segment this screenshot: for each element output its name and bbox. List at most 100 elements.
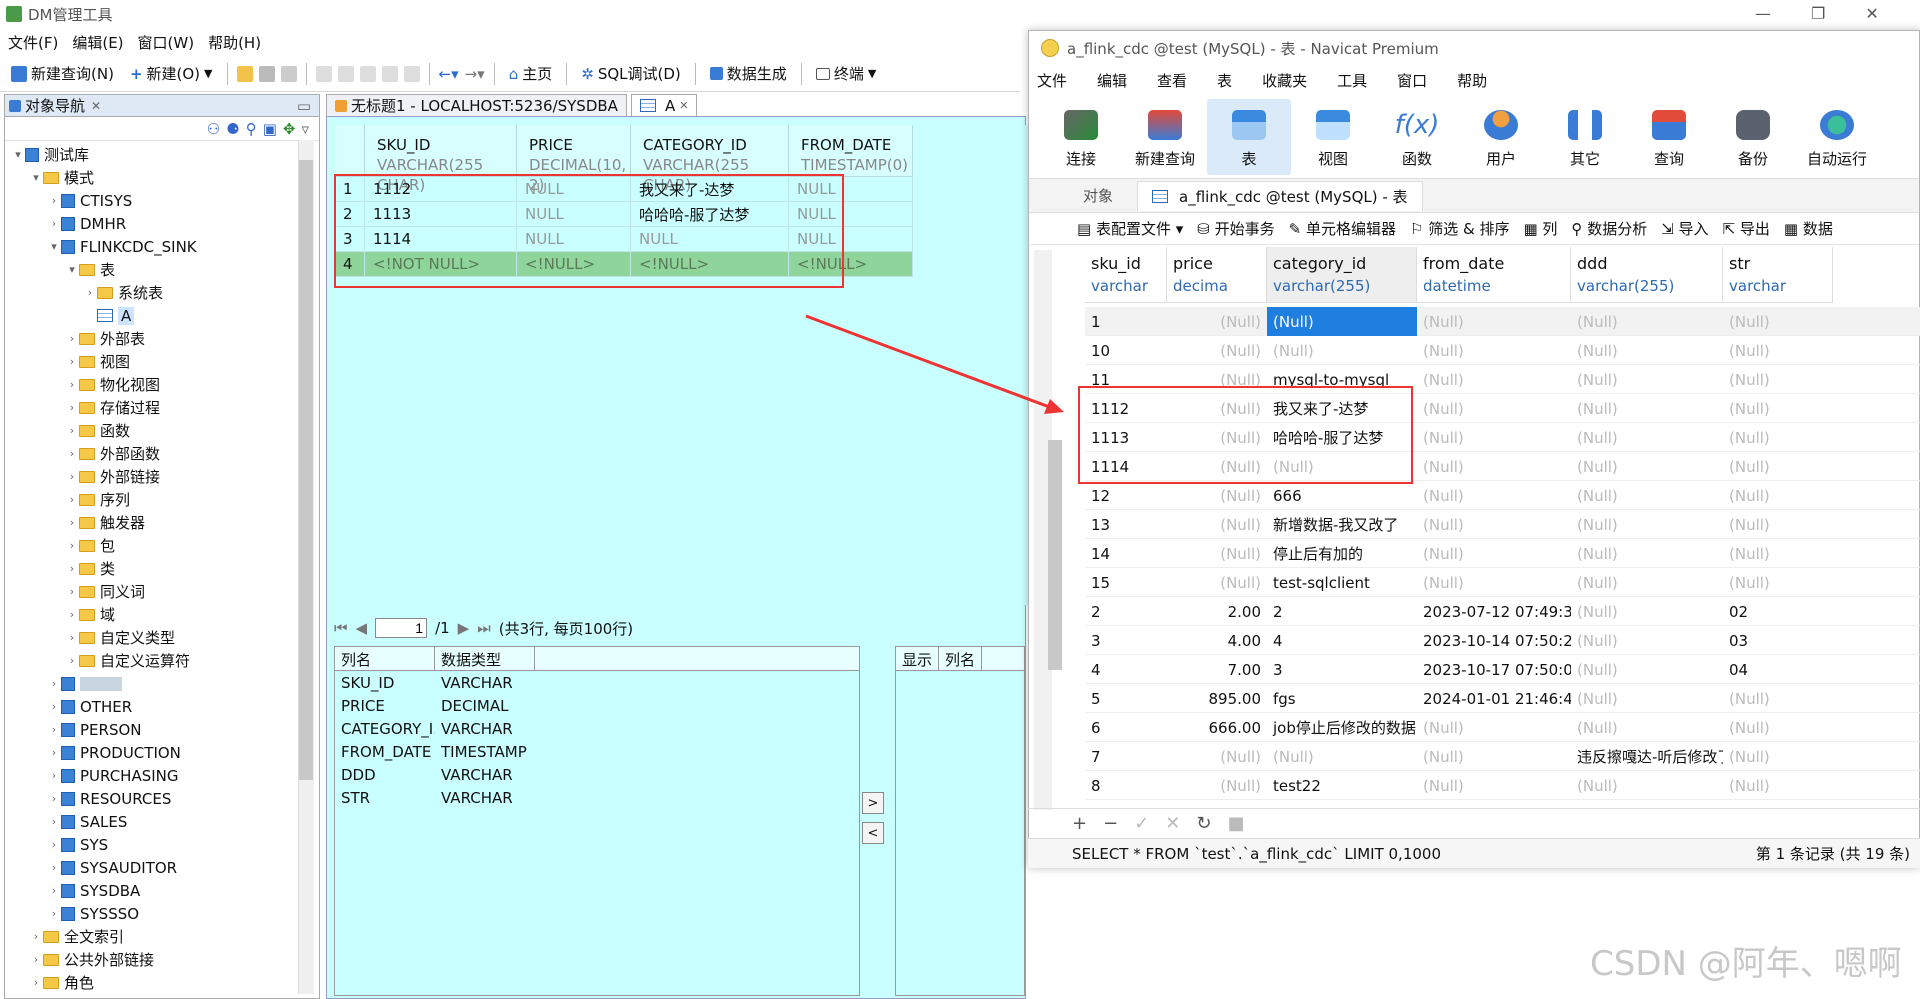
data-analysis-button[interactable]: ⚲ 数据分析 [1571,218,1647,239]
table-cell[interactable]: (Null) [1417,307,1571,336]
tree-node[interactable]: › PURCHASING [5,764,301,787]
table-cell[interactable]: 15 [1085,568,1167,597]
tree-node[interactable]: › 序列 [5,488,301,511]
disconnect-icon[interactable]: ⚈ [226,120,239,138]
tree-node[interactable]: › DMHR [5,212,301,235]
tree-node[interactable]: › 系统表 [5,281,301,304]
table-cell[interactable]: (Null) [1417,423,1571,452]
tree-node[interactable]: A [5,304,301,327]
first-page-icon[interactable]: ⏮ [334,619,348,637]
sql-debug-button[interactable]: ✲ SQL调试(D) [576,61,686,86]
new-query-button[interactable]: 新建查询(N) [6,61,119,86]
collapse-arrow-icon[interactable]: › [65,493,79,506]
tree-node[interactable]: › 全文索引 [5,925,301,948]
collapse-arrow-icon[interactable]: › [65,608,79,621]
tab-close-icon[interactable]: ✕ [679,99,688,112]
tree-node[interactable]: › 同义词 [5,580,301,603]
collapse-arrow-icon[interactable]: › [47,838,61,851]
collapse-arrow-icon[interactable]: › [29,953,43,966]
collapse-arrow-icon[interactable]: › [29,976,43,989]
collapse-arrow-icon[interactable]: › [65,654,79,667]
table-cell[interactable]: (Null) [1723,481,1833,510]
table-cell[interactable]: (Null) [1723,452,1833,481]
nv-menu-help[interactable]: 帮助 [1457,70,1487,91]
table-cell[interactable]: (Null) [1417,742,1571,771]
nv-menu-favorites[interactable]: 收藏夹 [1262,70,1307,91]
collapse-arrow-icon[interactable]: › [65,539,79,552]
table-cell[interactable]: (Null) [1723,539,1833,568]
ribbon-automation[interactable]: 自动运行 [1795,99,1879,175]
ribbon-user[interactable]: 用户 [1459,99,1543,175]
nv-menu-view[interactable]: 查看 [1157,70,1187,91]
table-cell[interactable]: (Null) [1571,365,1723,394]
table-cell[interactable]: (Null) [1417,481,1571,510]
tree-node[interactable]: › 包 [5,534,301,557]
collapse-arrow-icon[interactable]: › [47,815,61,828]
table-cell[interactable]: (Null) [1571,568,1723,597]
table-row[interactable]: 6 666.00 job停止后修改的数据 (Null) (Null) (Null) [1085,713,1920,742]
copy-icon[interactable] [381,65,398,82]
collapse-icon[interactable]: ▣ [263,120,277,138]
table-cell[interactable]: 666.00 [1167,713,1267,742]
column-header[interactable]: price decima [1167,247,1267,303]
table-cell[interactable]: (Null) [1267,307,1417,336]
expand-icon[interactable]: ▾ [29,171,43,184]
table-cell[interactable]: (Null) [1417,336,1571,365]
table-cell[interactable]: 停止后有加的 [1267,539,1417,568]
collapse-arrow-icon[interactable]: › [65,447,79,460]
tree-node[interactable]: › 自定义类型 [5,626,301,649]
table-row[interactable]: 2 2.00 2 2023-07-12 07:49:36 (Null) 02 [1085,597,1920,626]
table-row[interactable]: 14 (Null) 停止后有加的 (Null) (Null) (Null) [1085,539,1920,568]
table-cell[interactable]: (Null) [1417,568,1571,597]
table-cell[interactable]: 4 [1267,626,1417,655]
table-cell[interactable]: (Null) [1167,539,1267,568]
tab-a-flink-cdc[interactable]: a_flink_cdc @test (MySQL) - 表 [1137,180,1423,211]
collapse-arrow-icon[interactable]: › [47,792,61,805]
tree-node[interactable]: › [5,672,301,695]
table-cell[interactable]: 3 [1085,626,1167,655]
ribbon-view[interactable]: 视图 [1291,99,1375,175]
tree-node[interactable]: › 外部表 [5,327,301,350]
table-cell[interactable]: 1 [1085,307,1167,336]
table-cell[interactable]: (Null) [1571,713,1723,742]
table-cell[interactable]: (Null) [1417,771,1571,800]
expand-icon[interactable]: ▾ [11,148,25,161]
menu-file[interactable]: 文件(F) [8,32,58,53]
minimize-icon[interactable]: — [1755,4,1771,26]
collapse-arrow-icon[interactable]: › [47,769,61,782]
table-row[interactable]: 4 7.00 3 2023-10-17 07:50:01 (Null) 04 [1085,655,1920,684]
collapse-arrow-icon[interactable]: › [65,585,79,598]
collapse-arrow-icon[interactable]: › [47,677,61,690]
tree-node[interactable]: › 域 [5,603,301,626]
home-button[interactable]: ⌂ 主页 [504,61,558,86]
table-cell[interactable]: 4.00 [1167,626,1267,655]
table-cell[interactable]: 6 [1085,713,1167,742]
tree-node[interactable]: ▾ 表 [5,258,301,281]
table-row[interactable]: 1 (Null) (Null) (Null) (Null) (Null) [1085,307,1920,336]
tree-node[interactable]: › CTISYS [5,189,301,212]
table-cell[interactable]: (Null) [1723,684,1833,713]
table-cell[interactable]: (Null) [1571,510,1723,539]
table-cell[interactable]: 2.00 [1167,597,1267,626]
connect-icon[interactable]: ⚇ [207,120,220,138]
column-header[interactable]: category_id varchar(255) [1267,247,1417,303]
table-cell[interactable]: (Null) [1417,510,1571,539]
table-cell[interactable]: 666 [1267,481,1417,510]
menu-edit[interactable]: 编辑(E) [72,32,123,53]
nv-menu-file[interactable]: 文件 [1037,70,1067,91]
table-cell[interactable]: (Null) [1571,655,1723,684]
collapse-arrow-icon[interactable]: › [65,332,79,345]
table-cell[interactable]: (Null) [1167,307,1267,336]
export-button[interactable]: ⇱ 导出 [1723,218,1770,239]
column-header[interactable]: CATEGORY_ID VARCHAR(255 CHAR) [631,125,789,194]
tree-node[interactable]: › PRODUCTION [5,741,301,764]
collapse-arrow-icon[interactable]: › [65,562,79,575]
table-cell[interactable]: 违反擦嘎达-听后修改了 [1571,742,1723,771]
tree-node[interactable]: › 物化视图 [5,373,301,396]
tree-node[interactable]: › 视图 [5,350,301,373]
paste-icon[interactable] [403,65,420,82]
collapse-arrow-icon[interactable]: › [47,861,61,874]
collapse-arrow-icon[interactable]: › [65,631,79,644]
table-cell[interactable]: (Null) [1267,742,1417,771]
list-item[interactable]: STR VARCHAR [335,786,859,809]
